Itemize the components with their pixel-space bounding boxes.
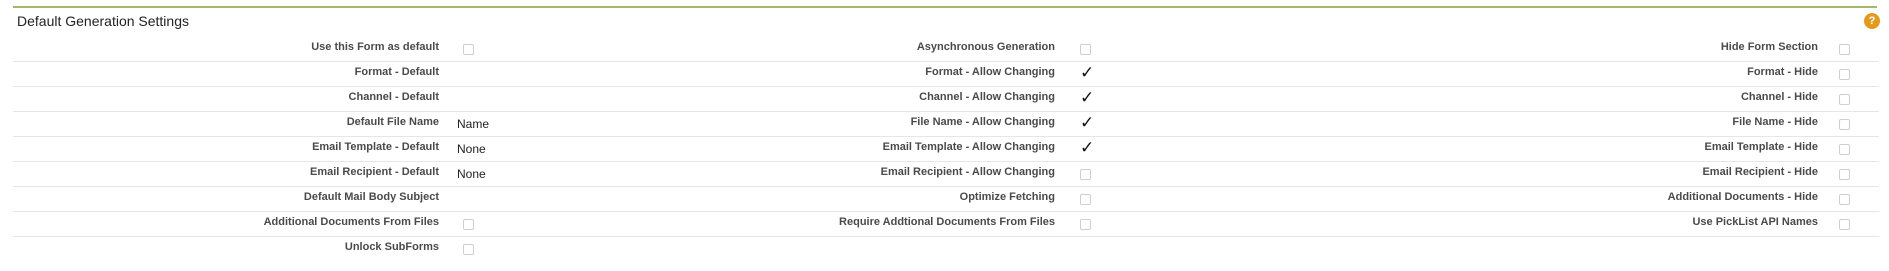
format-allow-changing-label: Format - Allow Changing — [925, 66, 1055, 78]
default-file-name-value: Name — [457, 117, 490, 131]
require-additional-documents-checkbox[interactable] — [1080, 219, 1091, 230]
settings-row-6: Default Mail Body Subject Optimize Fetch… — [13, 187, 1879, 212]
additional-documents-from-files-label: Additional Documents From Files — [263, 216, 439, 228]
channel-default-label: Channel - Default — [348, 91, 439, 103]
settings-row-2: Channel - Default Channel - Allow Changi… — [13, 87, 1879, 112]
asynchronous-generation-label: Asynchronous Generation — [916, 41, 1055, 53]
email-template-allow-changing-label: Email Template - Allow Changing — [882, 141, 1055, 153]
email-recipient-hide-label: Email Recipient - Hide — [1702, 166, 1818, 178]
email-template-hide-label: Email Template - Hide — [1704, 141, 1819, 153]
settings-row-7: Additional Documents From Files Require … — [13, 212, 1879, 237]
email-template-default-value: None — [457, 142, 486, 156]
default-file-name-label: Default File Name — [346, 116, 439, 128]
channel-hide-checkbox[interactable] — [1839, 94, 1850, 105]
email-recipient-allow-changing-label: Email Recipient - Allow Changing — [880, 166, 1055, 178]
settings-row-4: Email Template - Default None Email Temp… — [13, 137, 1879, 162]
use-form-default-checkbox[interactable] — [463, 44, 474, 55]
email-template-allow-changing-check-icon: ✓ — [1080, 138, 1095, 157]
section-title: Default Generation Settings — [17, 13, 189, 29]
email-recipient-allow-changing-checkbox[interactable] — [1080, 169, 1091, 180]
format-hide-checkbox[interactable] — [1839, 69, 1850, 80]
file-name-hide-checkbox[interactable] — [1839, 119, 1850, 130]
hide-form-section-label: Hide Form Section — [1720, 41, 1818, 53]
optimize-fetching-checkbox[interactable] — [1080, 194, 1091, 205]
email-recipient-default-label: Email Recipient - Default — [310, 166, 439, 178]
unlock-subforms-checkbox[interactable] — [463, 244, 474, 255]
format-hide-label: Format - Hide — [1747, 66, 1818, 78]
optimize-fetching-label: Optimize Fetching — [959, 191, 1055, 203]
settings-row-8: Unlock SubForms — [13, 237, 1879, 261]
email-template-default-label: Email Template - Default — [312, 141, 439, 153]
use-picklist-api-names-checkbox[interactable] — [1839, 219, 1850, 230]
use-form-default-label: Use this Form as default — [311, 41, 439, 53]
email-template-hide-checkbox[interactable] — [1839, 144, 1850, 155]
help-icon[interactable]: ? — [1864, 13, 1880, 29]
default-mail-body-subject-label: Default Mail Body Subject — [303, 191, 439, 203]
settings-row-3: Default File Name Name File Name - Allow… — [13, 112, 1879, 137]
default-generation-settings-section: Default Generation Settings ? Use this F… — [13, 6, 1880, 255]
channel-allow-changing-label: Channel - Allow Changing — [919, 91, 1055, 103]
unlock-subforms-label: Unlock SubForms — [344, 241, 439, 253]
channel-allow-changing-check-icon: ✓ — [1080, 88, 1095, 107]
asynchronous-generation-checkbox[interactable] — [1080, 44, 1091, 55]
use-picklist-api-names-label: Use PickList API Names — [1692, 216, 1818, 228]
email-recipient-default-value: None — [457, 167, 486, 181]
additional-documents-hide-label: Additional Documents - Hide — [1667, 191, 1818, 203]
channel-hide-label: Channel - Hide — [1740, 91, 1818, 103]
file-name-allow-changing-label: File Name - Allow Changing — [910, 116, 1055, 128]
settings-rows: Use this Form as default Asynchronous Ge… — [13, 37, 1879, 261]
settings-row-0: Use this Form as default Asynchronous Ge… — [13, 37, 1879, 62]
settings-row-1: Format - Default Format - Allow Changing… — [13, 62, 1879, 87]
hide-form-section-checkbox[interactable] — [1839, 44, 1850, 55]
require-additional-documents-label: Require Addtional Documents From Files — [839, 216, 1055, 228]
additional-documents-from-files-checkbox[interactable] — [463, 219, 474, 230]
format-allow-changing-check-icon: ✓ — [1080, 63, 1095, 82]
file-name-allow-changing-check-icon: ✓ — [1080, 113, 1095, 132]
additional-documents-hide-checkbox[interactable] — [1839, 194, 1850, 205]
file-name-hide-label: File Name - Hide — [1732, 116, 1818, 128]
settings-row-5: Email Recipient - Default None Email Rec… — [13, 162, 1879, 187]
format-default-label: Format - Default — [354, 66, 439, 78]
email-recipient-hide-checkbox[interactable] — [1839, 169, 1850, 180]
